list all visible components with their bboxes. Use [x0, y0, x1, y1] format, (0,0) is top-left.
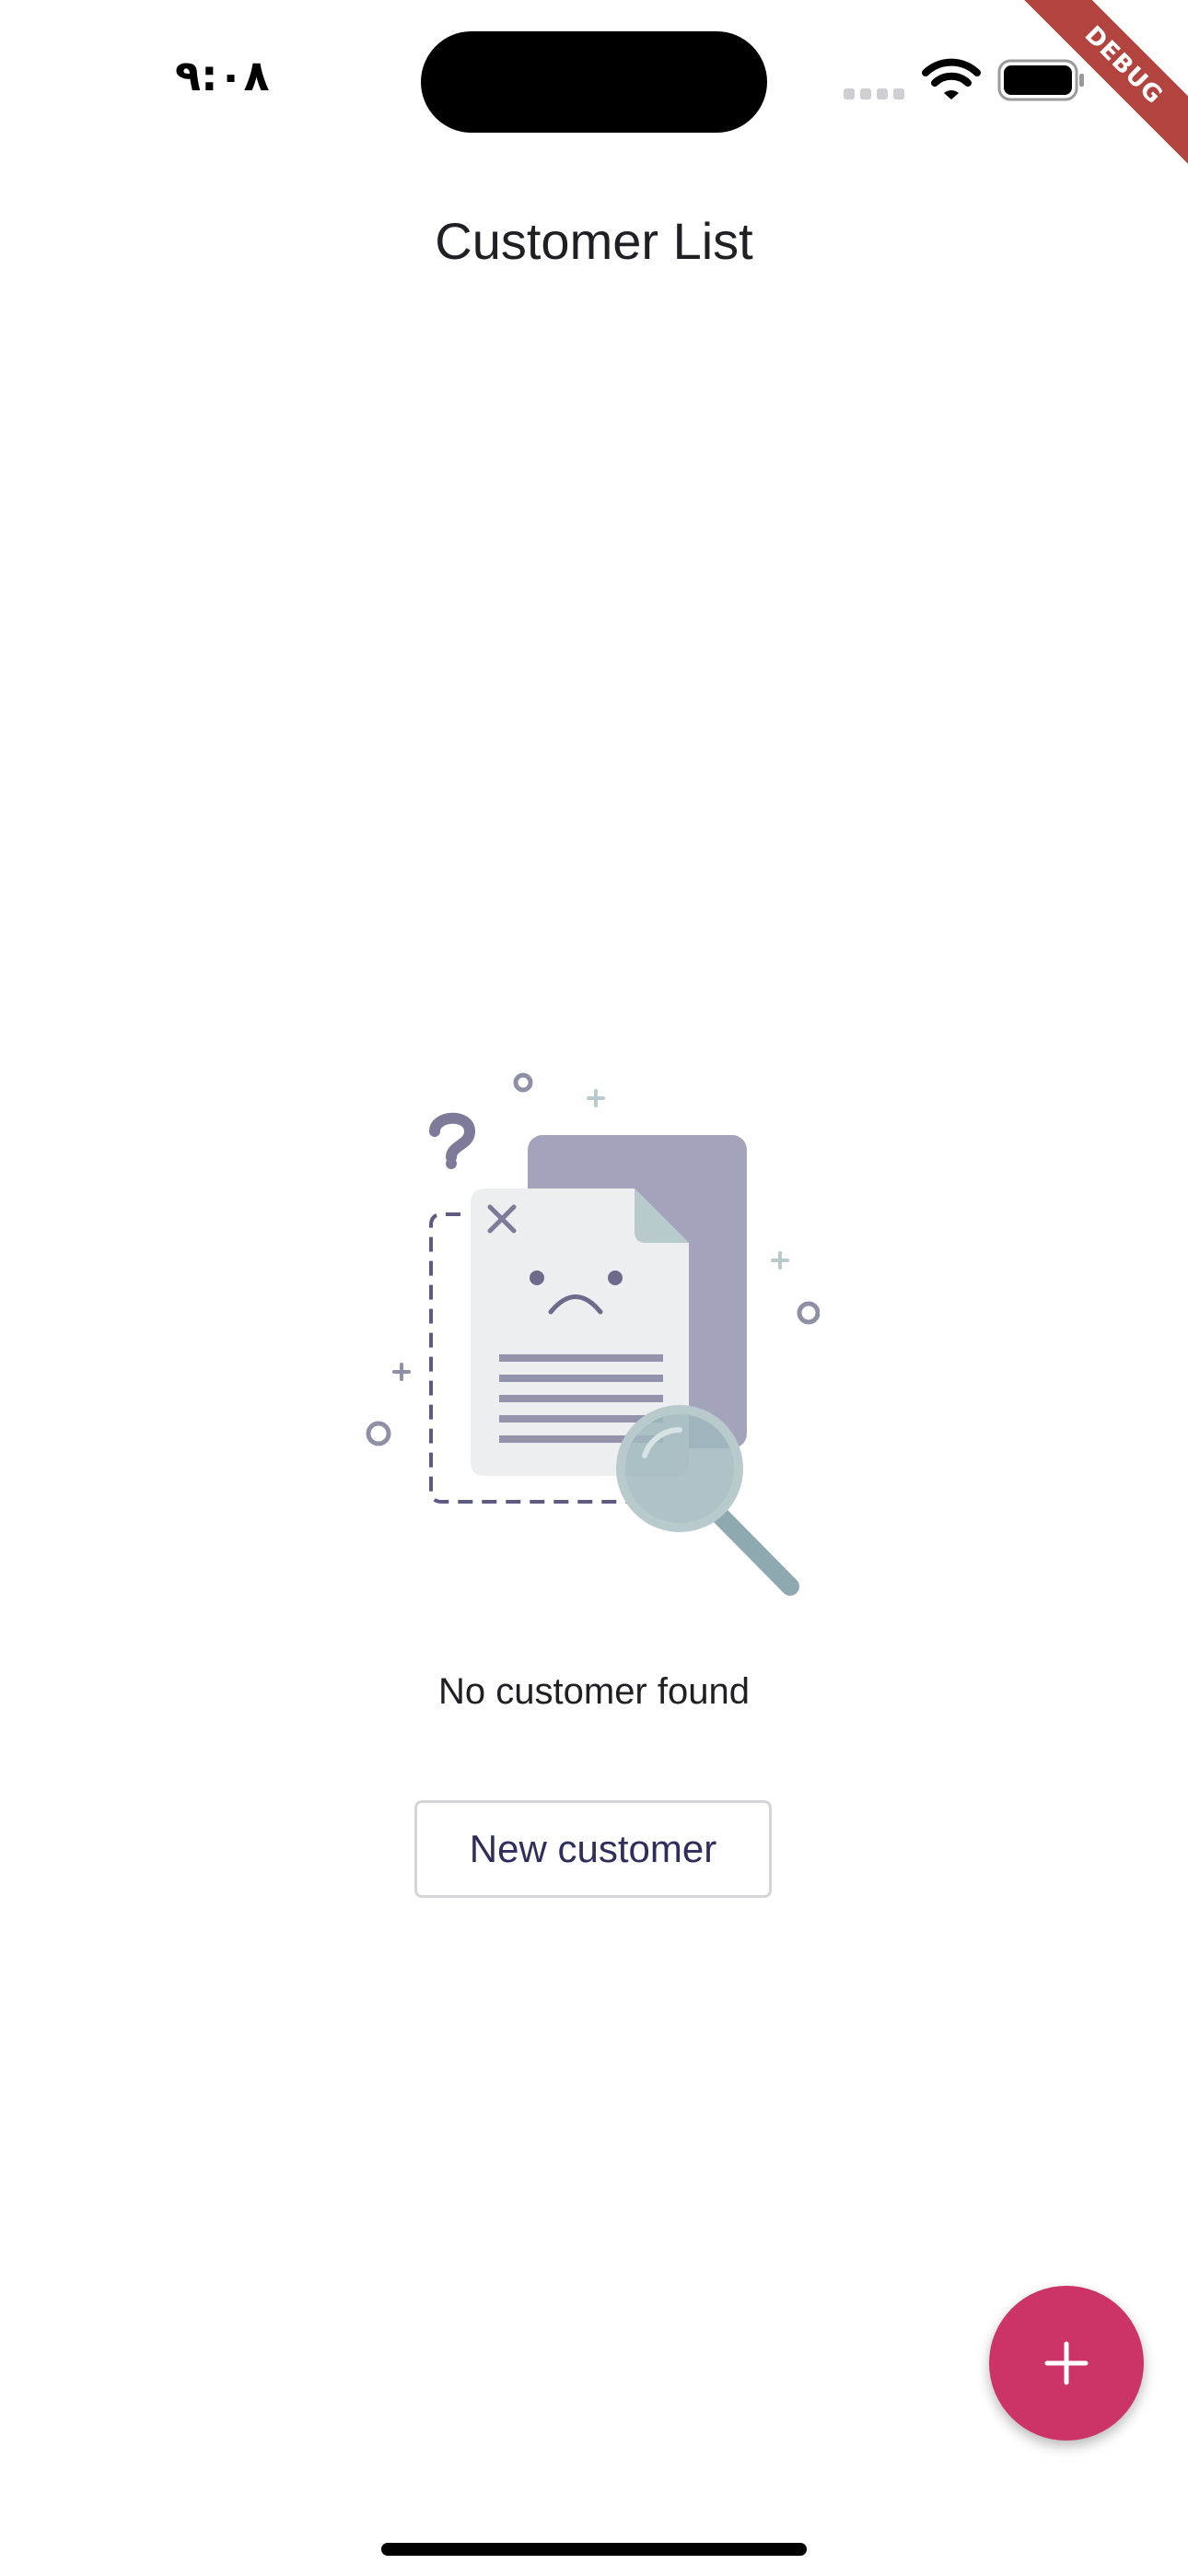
- empty-state-message: No customer found: [438, 1671, 750, 1712]
- new-customer-button-label: New customer: [469, 1827, 717, 1870]
- dynamic-island: [421, 31, 767, 133]
- page-title: Customer List: [435, 212, 753, 270]
- new-customer-button[interactable]: New customer: [414, 1800, 772, 1898]
- document-not-found-illustration: [366, 1072, 820, 1596]
- plus-icon: [1044, 2341, 1089, 2385]
- status-time: ٩:٠٨: [175, 51, 270, 100]
- battery-icon: [997, 59, 1084, 101]
- wifi-icon: [922, 58, 981, 100]
- cellular-signal-icon: [844, 88, 904, 100]
- home-indicator: [381, 2543, 807, 2556]
- add-customer-fab[interactable]: [989, 2286, 1144, 2441]
